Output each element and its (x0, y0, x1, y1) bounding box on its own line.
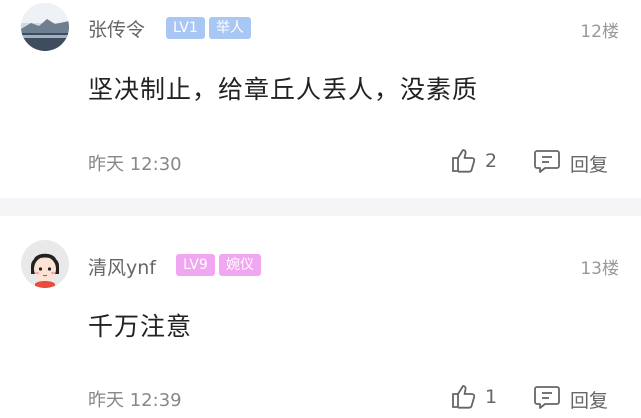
username-text[interactable]: 清风ynf (88, 257, 156, 279)
username[interactable]: 清风ynf (88, 253, 156, 280)
thumbs-up-icon[interactable] (450, 382, 478, 410)
comment-footer: 昨天 12:39 1 回复 (0, 378, 641, 418)
avatar[interactable] (21, 240, 69, 288)
comment-bubble-icon[interactable] (533, 383, 561, 411)
floor-number: 13楼 (580, 259, 619, 279)
cartoon-girl-avatar-icon (21, 240, 69, 288)
comment-content: 千万注意 (88, 312, 193, 341)
title-badge: 婉仪 (219, 254, 261, 276)
reply-button[interactable]: 回复 (570, 386, 608, 413)
comment-time: 昨天 12:39 (88, 390, 182, 411)
like-count[interactable]: 1 (485, 386, 497, 408)
level-badge: LV9 (176, 254, 215, 276)
comment-item: 清风ynf LV9 婉仪 13楼 千万注意 昨天 12:39 1 回复 (0, 0, 641, 413)
